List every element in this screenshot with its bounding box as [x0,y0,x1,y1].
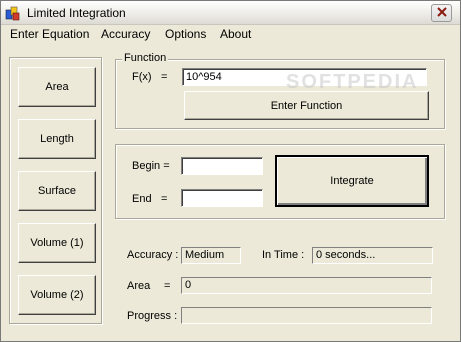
fx-equals: = [161,71,168,83]
area-button[interactable]: Area [18,67,96,107]
function-group-label: Function [122,52,169,64]
accuracy-label: Accuracy : [127,249,179,261]
time-label: In Time : [262,249,305,261]
area-equals: = [164,280,171,292]
time-value: 0 seconds... [312,247,433,264]
end-input[interactable] [181,189,263,207]
accuracy-value: Medium [181,247,241,264]
begin-input[interactable] [181,157,263,175]
function-input[interactable] [182,68,427,86]
close-icon [436,6,447,20]
surface-button[interactable]: Surface [18,171,96,211]
title-bar[interactable]: Limited Integration [1,1,460,25]
volume-2-button[interactable]: Volume (2) [18,275,96,315]
menu-enter-equation[interactable]: Enter Equation [10,27,89,41]
begin-label: Begin = [132,160,170,172]
menu-about[interactable]: About [220,27,251,41]
app-icon [5,5,21,21]
area-label: Area [127,280,151,292]
close-button[interactable] [431,4,452,22]
fx-label: F(x) [132,71,152,83]
progress-bar [181,307,432,324]
volume-1-button[interactable]: Volume (1) [18,223,96,263]
progress-label: Progress : [127,310,178,322]
length-button[interactable]: Length [18,119,96,159]
end-equals: = [161,193,168,205]
menu-options[interactable]: Options [165,27,206,41]
enter-function-button[interactable]: Enter Function [184,91,429,120]
menu-bar: Enter Equation Accuracy Options About [1,25,460,43]
end-label: End [132,193,152,205]
area-value: 0 [181,277,432,294]
integrate-button[interactable]: Integrate [275,155,429,207]
window-title: Limited Integration [27,6,126,20]
menu-accuracy[interactable]: Accuracy [101,27,150,41]
app-window: Limited Integration Enter Equation Accur… [0,0,461,342]
